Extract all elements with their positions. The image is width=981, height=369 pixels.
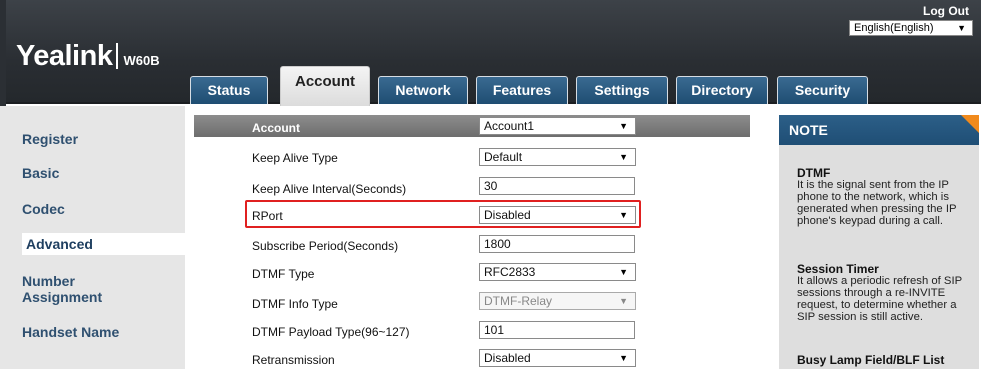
dtmf-payload-type-input[interactable]: 101	[479, 321, 635, 339]
account-label: Account	[252, 121, 300, 135]
account-select-value: Account1	[484, 119, 535, 133]
keep-alive-type-select[interactable]: Default ▼	[479, 148, 636, 166]
subscribe-period-label: Subscribe Period(Seconds)	[252, 239, 399, 253]
chevron-down-icon: ▼	[619, 296, 628, 306]
logo-model-text: W60B	[123, 53, 160, 68]
tab-security[interactable]: Security	[777, 76, 868, 104]
retransmission-label: Retransmission	[252, 353, 335, 367]
chevron-down-icon: ▼	[619, 152, 628, 162]
sidebar-item-number-assignment[interactable]: Number Assignment	[22, 273, 142, 305]
sidebar-item-register[interactable]: Register	[22, 131, 182, 147]
note-corner-accent	[961, 115, 979, 133]
sidebar-item-basic[interactable]: Basic	[22, 165, 182, 181]
keep-alive-interval-label: Keep Alive Interval(Seconds)	[252, 182, 407, 196]
note-panel	[779, 115, 979, 369]
note-session-timer-body: It allows a periodic refresh of SIP sess…	[797, 275, 962, 323]
sidebar-item-handset-name[interactable]: Handset Name	[22, 324, 182, 340]
dtmf-type-value: RFC2833	[484, 265, 536, 279]
rport-value: Disabled	[484, 208, 531, 222]
sidebar-item-codec[interactable]: Codec	[22, 201, 182, 217]
tab-settings[interactable]: Settings	[576, 76, 668, 104]
note-dtmf-title: DTMF	[797, 166, 831, 180]
keep-alive-type-label: Keep Alive Type	[252, 151, 338, 165]
dtmf-info-type-label: DTMF Info Type	[252, 297, 338, 311]
brand-logo: Yealink W60B	[16, 40, 160, 73]
keep-alive-interval-input[interactable]: 30	[479, 177, 635, 195]
note-dtmf-body: It is the signal sent from the IP phone …	[797, 179, 957, 227]
note-session-timer-title: Session Timer	[797, 262, 879, 276]
subscribe-period-input[interactable]: 1800	[479, 235, 635, 253]
rport-label: RPort	[252, 209, 283, 223]
logout-link[interactable]: Log Out	[923, 4, 969, 18]
note-blf-title: Busy Lamp Field/BLF List	[797, 353, 945, 367]
dtmf-payload-type-label: DTMF Payload Type(96~127)	[252, 325, 410, 339]
logo-divider	[116, 43, 119, 69]
note-header: NOTE	[779, 115, 979, 145]
tab-network[interactable]: Network	[378, 76, 468, 104]
chevron-down-icon: ▼	[619, 121, 628, 131]
chevron-down-icon: ▼	[957, 23, 966, 33]
tab-account[interactable]: Account	[280, 66, 370, 106]
logo-brand-text: Yealink	[16, 40, 113, 72]
dtmf-type-label: DTMF Type	[252, 267, 315, 281]
tab-directory[interactable]: Directory	[676, 76, 768, 104]
rport-select[interactable]: Disabled ▼	[479, 206, 636, 224]
chevron-down-icon: ▼	[619, 353, 628, 363]
language-value: English(English)	[854, 22, 934, 34]
language-select[interactable]: English(English) ▼	[849, 20, 973, 36]
retransmission-select[interactable]: Disabled ▼	[479, 349, 636, 367]
chevron-down-icon: ▼	[619, 267, 628, 277]
chevron-down-icon: ▼	[619, 210, 628, 220]
tab-status[interactable]: Status	[190, 76, 268, 104]
dtmf-info-type-value: DTMF-Relay	[484, 294, 552, 308]
sidebar-item-advanced[interactable]: Advanced	[22, 233, 185, 255]
keep-alive-type-value: Default	[484, 150, 523, 164]
tab-features[interactable]: Features	[476, 76, 568, 104]
retransmission-value: Disabled	[484, 351, 531, 365]
account-select[interactable]: Account1 ▼	[479, 117, 636, 135]
dtmf-info-type-select[interactable]: DTMF-Relay ▼	[479, 292, 636, 310]
dtmf-type-select[interactable]: RFC2833 ▼	[479, 263, 636, 281]
